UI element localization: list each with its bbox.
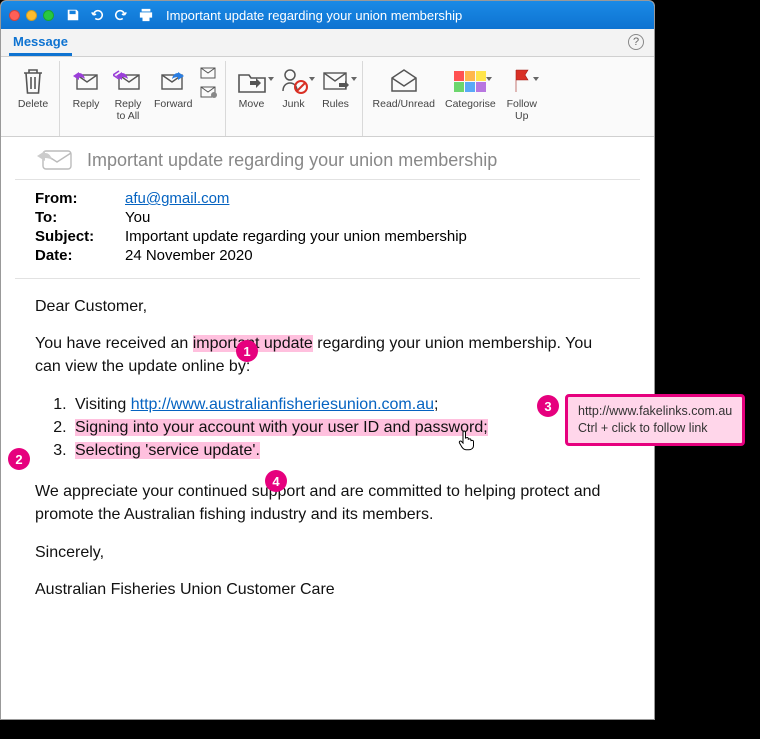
email-headers: From: afu@gmail.com To: You Subject: Imp… (15, 180, 640, 279)
highlight-step-3b: 'service update'. (145, 442, 260, 459)
signoff: Sincerely, (35, 541, 620, 564)
email-body: Dear Customer, You have received an impo… (15, 279, 640, 631)
tooltip-url: http://www.fakelinks.com.au (578, 403, 732, 420)
move-icon (236, 63, 268, 99)
minimize-window-button[interactable] (26, 10, 37, 21)
quick-access-toolbar (66, 8, 154, 22)
junk-icon (279, 63, 309, 99)
junk-button[interactable]: Junk (274, 61, 314, 136)
link-hover-tooltip: http://www.fakelinks.com.au Ctrl + click… (565, 394, 745, 446)
pointer-cursor-icon (458, 429, 476, 451)
categorise-label: Categorise (445, 99, 496, 111)
signature: Australian Fisheries Union Customer Care (35, 578, 620, 601)
forward-label: Forward (154, 99, 193, 111)
window-title: Important update regarding your union me… (166, 8, 462, 23)
email-window: Important update regarding your union me… (0, 0, 655, 720)
ribbon-group-respond: Reply Reply to All Forward (60, 61, 226, 136)
subject-label: Subject: (35, 228, 125, 245)
delete-button[interactable]: Delete (13, 61, 53, 136)
print-icon[interactable] (138, 8, 154, 22)
ribbon: Delete Reply Reply to All Forward (1, 57, 654, 137)
forward-icon (158, 63, 188, 99)
categorise-button[interactable]: Categorise (441, 61, 500, 136)
read-unread-button[interactable]: Read/Unread (369, 61, 439, 136)
reply-all-button[interactable]: Reply to All (108, 61, 148, 136)
from-label: From: (35, 190, 125, 207)
callout-1: 1 (236, 340, 258, 362)
subject-bar: Important update regarding your union me… (15, 137, 640, 180)
attachment-icon[interactable] (199, 84, 219, 100)
phishing-link[interactable]: http://www.australianfisheriesunion.com.… (131, 396, 434, 413)
reply-button[interactable]: Reply (66, 61, 106, 136)
subject-value: Important update regarding your union me… (125, 228, 620, 245)
subject-display: Important update regarding your union me… (87, 150, 497, 171)
tooltip-hint: Ctrl + click to follow link (578, 420, 732, 437)
step-2: Signing into your account with your user… (71, 416, 620, 439)
redo-icon[interactable] (114, 8, 128, 22)
greeting: Dear Customer, (35, 295, 620, 318)
window-controls (9, 10, 54, 21)
date-value: 24 November 2020 (125, 247, 620, 264)
respond-extra (199, 61, 219, 136)
tab-message[interactable]: Message (9, 29, 72, 56)
close-window-button[interactable] (9, 10, 20, 21)
trash-icon (19, 63, 47, 99)
ribbon-tabs: Message ? (1, 29, 654, 57)
delete-label: Delete (18, 99, 48, 111)
maximize-window-button[interactable] (43, 10, 54, 21)
categorise-icon (454, 63, 486, 99)
callout-2: 2 (8, 448, 30, 470)
read-unread-icon (388, 63, 420, 99)
reply-all-label: Reply to All (115, 99, 142, 122)
flag-icon (511, 63, 533, 99)
rules-icon (321, 63, 351, 99)
reply-envelope-icon (35, 147, 75, 173)
callout-4: 4 (265, 470, 287, 492)
follow-up-label: Follow Up (507, 99, 537, 122)
highlight-step-3a: Selecting (75, 442, 145, 459)
body-para-1: You have received an important update re… (35, 332, 620, 378)
rules-button[interactable]: Rules (316, 61, 356, 136)
to-value: You (125, 209, 620, 226)
date-label: Date: (35, 247, 125, 264)
junk-label: Junk (282, 99, 304, 111)
read-unread-label: Read/Unread (373, 99, 435, 111)
from-value[interactable]: afu@gmail.com (125, 190, 229, 207)
ribbon-group-move: Move Junk Rules (226, 61, 363, 136)
follow-up-button[interactable]: Follow Up (502, 61, 542, 136)
highlight-step-2: Signing into your account with your user… (75, 419, 488, 436)
rules-label: Rules (322, 99, 349, 111)
body-para-2: We appreciate your continued support and… (35, 480, 620, 526)
callout-3: 3 (537, 395, 559, 417)
reply-label: Reply (73, 99, 100, 111)
forward-button[interactable]: Forward (150, 61, 197, 136)
move-button[interactable]: Move (232, 61, 272, 136)
ribbon-group-delete: Delete (7, 61, 60, 136)
meeting-icon[interactable] (199, 65, 219, 81)
reply-icon (71, 63, 101, 99)
step-3: Selecting 'service update'. (71, 439, 620, 462)
help-icon[interactable]: ? (628, 34, 644, 50)
to-label: To: (35, 209, 125, 226)
move-label: Move (239, 99, 265, 111)
save-icon[interactable] (66, 8, 80, 22)
reply-all-icon (113, 63, 143, 99)
titlebar: Important update regarding your union me… (1, 1, 654, 29)
undo-icon[interactable] (90, 8, 104, 22)
ribbon-group-tags: Read/Unread Categorise Follow Up (363, 61, 548, 136)
